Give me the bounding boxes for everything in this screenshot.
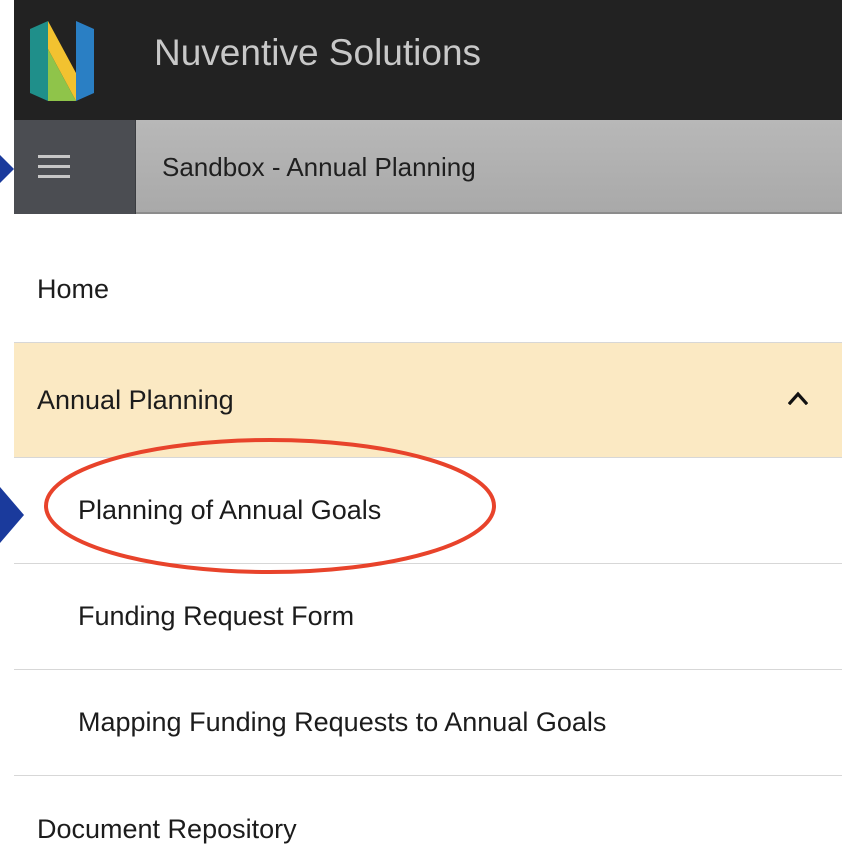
nav-item-document-repository[interactable]: Document Repository	[14, 776, 842, 845]
nav-item-label: Funding Request Form	[78, 601, 355, 631]
nav-item-label: Annual Planning	[37, 384, 234, 415]
nav-item-label: Document Repository	[37, 813, 297, 844]
app-header: Nuventive Solutions	[14, 0, 842, 120]
nav-item-label: Planning of Annual Goals	[78, 495, 382, 525]
navigation-menu: Home Annual Planning Planning of Annual …	[14, 236, 842, 845]
nav-item-planning-of-annual-goals[interactable]: Planning of Annual Goals	[14, 458, 842, 564]
annotation-arrow-menu	[0, 155, 14, 183]
hamburger-menu-icon	[38, 175, 70, 178]
nav-item-funding-request-form[interactable]: Funding Request Form	[14, 564, 842, 670]
chevron-up-icon	[788, 391, 808, 405]
hamburger-menu-icon	[38, 165, 70, 168]
workspace-title: Sandbox - Annual Planning	[162, 152, 476, 182]
hamburger-menu-button[interactable]	[14, 120, 136, 214]
hamburger-menu-icon	[38, 155, 70, 158]
page: Nuventive Solutions Sandbox - Annual Pla…	[0, 0, 842, 845]
nav-item-home[interactable]: Home	[14, 236, 842, 342]
app-title: Nuventive Solutions	[154, 32, 482, 73]
workspace-bar: Sandbox - Annual Planning	[14, 120, 842, 214]
nuventive-logo-icon	[30, 21, 94, 101]
nav-item-label: Home	[37, 273, 110, 304]
nav-item-mapping-funding-requests[interactable]: Mapping Funding Requests to Annual Goals	[14, 670, 842, 776]
nav-item-annual-planning[interactable]: Annual Planning	[14, 342, 842, 458]
nav-item-label: Mapping Funding Requests to Annual Goals	[78, 707, 607, 737]
